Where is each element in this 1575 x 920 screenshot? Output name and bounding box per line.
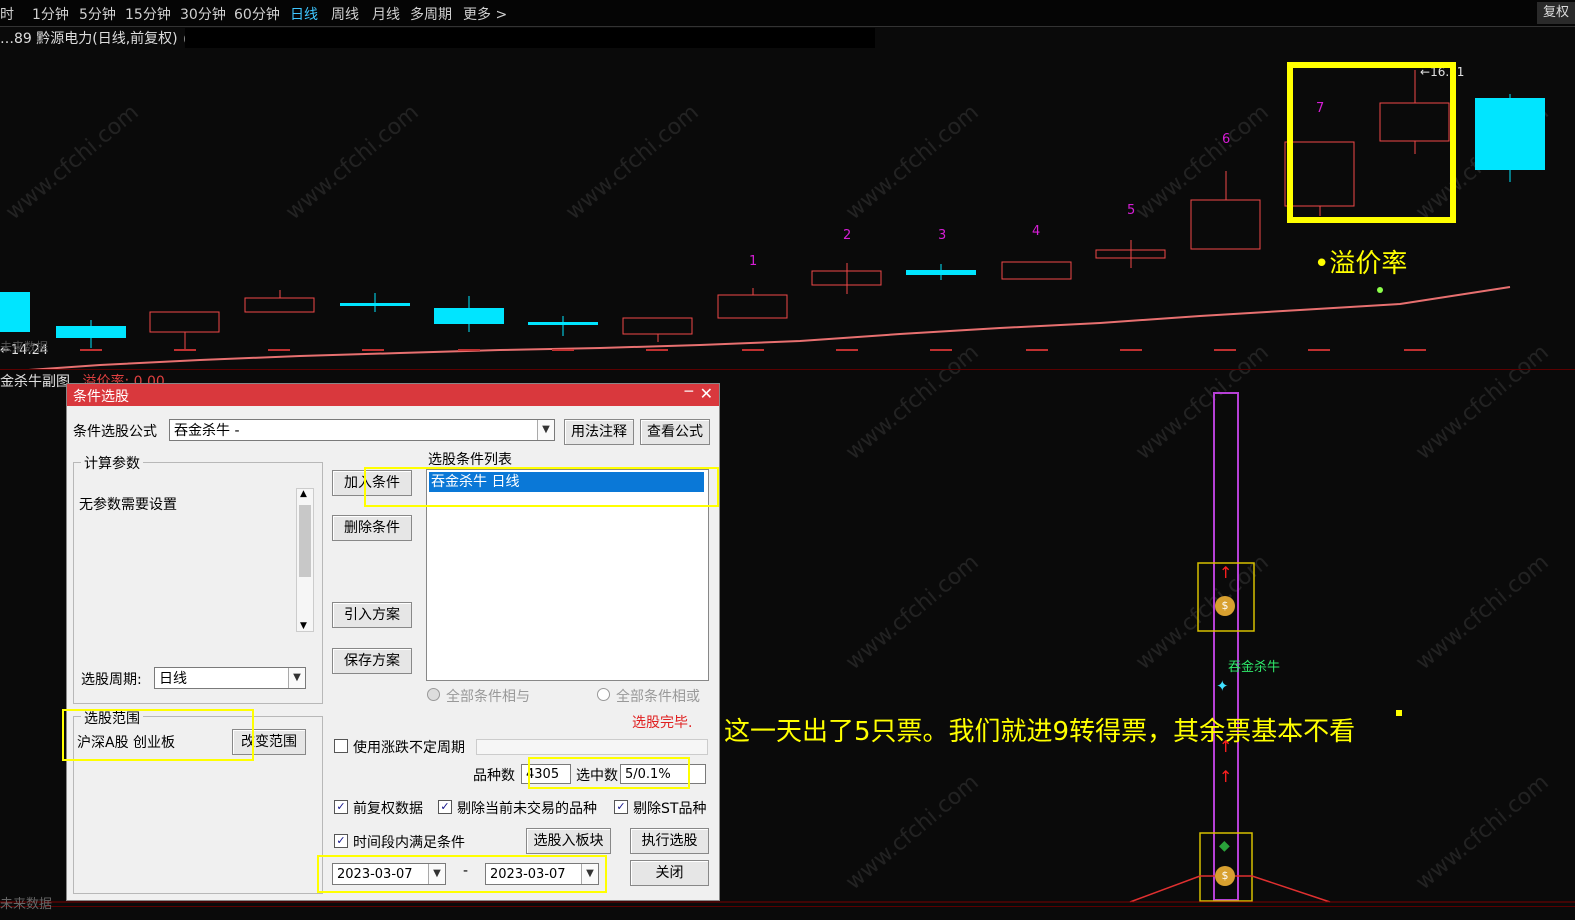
moving-average-line <box>14 286 1511 370</box>
count-label: 5 <box>1127 203 1136 218</box>
scrollbar-thumb[interactable] <box>299 505 311 577</box>
tab-daily[interactable]: 日线 <box>290 4 318 24</box>
close-icon[interactable]: ✕ <box>700 384 713 403</box>
formula-label: 条件选股公式 <box>73 424 157 440</box>
candle-up <box>1001 261 1072 280</box>
view-formula-button[interactable]: 查看公式 <box>640 419 710 445</box>
execute-button[interactable]: 执行选股 <box>630 828 709 854</box>
chevron-up-icon[interactable]: ▲ <box>300 489 307 499</box>
candle-up <box>622 317 693 335</box>
exclude-st-label: 剔除ST品种 <box>633 801 707 817</box>
highlight-conditions <box>364 467 719 507</box>
count-label: 2 <box>843 228 852 243</box>
variety-count-label: 品种数 <box>473 768 515 784</box>
tab-60min[interactable]: 60分钟 <box>234 4 280 24</box>
highlight-selected <box>528 757 690 789</box>
signal-label: 吞金杀牛 <box>1228 660 1281 675</box>
subchart-no-data: 未来数据 <box>0 897 53 912</box>
diamond-icon: ◆ <box>1219 838 1230 854</box>
variable-period-label: 使用涨跌不定周期 <box>353 740 465 756</box>
formula-select[interactable]: 吞金杀牛 - ▼ <box>169 419 555 441</box>
panel-divider <box>0 369 1575 370</box>
up-arrow-icon: ↑ <box>1219 563 1232 582</box>
radio-all-and[interactable] <box>427 688 440 701</box>
radio-all-or[interactable] <box>597 688 610 701</box>
stock-title-text: …89 黔源电力(日线,前复权) <box>0 31 178 47</box>
tab-15min[interactable]: 15分钟 <box>125 4 171 24</box>
highlight-range <box>62 709 254 761</box>
exclude-untraded-label: 剔除当前未交易的品种 <box>457 801 597 817</box>
exclude-st-checkbox[interactable]: ✓ <box>614 800 628 814</box>
to-block-button[interactable]: 选股入板块 <box>526 828 611 854</box>
conditions-list-label: 选股条件列表 <box>428 452 512 468</box>
stock-title: …89 黔源电力(日线,前复权)⌄ <box>0 28 198 48</box>
candle-down <box>0 292 30 332</box>
tab-1min[interactable]: 1分钟 <box>32 4 69 24</box>
info-bar <box>185 28 875 48</box>
dialog-title: 条件选股 <box>73 389 129 405</box>
import-plan-button[interactable]: 引入方案 <box>332 602 412 628</box>
exclude-untraded-checkbox[interactable]: ✓ <box>438 800 452 814</box>
bottom-divider <box>0 906 1575 907</box>
restore-button[interactable]: 复权 <box>1537 2 1575 24</box>
dialog-titlebar[interactable]: 条件选股 ─ ✕ <box>67 384 719 406</box>
all-and-label: 全部条件相与 <box>446 689 530 705</box>
params-group-title: 计算参数 <box>81 453 143 473</box>
tab-30min[interactable]: 30分钟 <box>180 4 226 24</box>
up-arrow-icon: ↑ <box>1219 767 1232 786</box>
count-label: 3 <box>938 228 947 243</box>
params-scrollbar[interactable]: ▲ ▼ <box>296 488 314 632</box>
ma-marker-dot <box>1377 287 1383 293</box>
status-text: 选股完毕. <box>632 715 693 731</box>
delete-condition-button[interactable]: 删除条件 <box>332 515 412 541</box>
count-label: 4 <box>1032 224 1041 239</box>
signal-column <box>1213 392 1239 901</box>
pre-adjusted-checkbox[interactable]: ✓ <box>334 800 348 814</box>
note-marker <box>1396 710 1402 716</box>
butterfly-icon: ✦ <box>1216 677 1229 695</box>
all-or-label: 全部条件相或 <box>616 689 700 705</box>
close-button[interactable]: 关闭 <box>630 860 709 886</box>
note-annotation: 这一天出了5只票。我们就进9转得票，其余票基本不看 <box>724 717 1356 747</box>
candle-up <box>244 297 315 313</box>
count-label: 6 <box>1222 132 1231 147</box>
period-select[interactable]: 日线 ▼ <box>154 667 306 689</box>
candle-up <box>149 311 220 333</box>
progress-bar <box>476 739 708 755</box>
count-label: 1 <box>749 254 758 269</box>
time-range-label: 时间段内满足条件 <box>353 835 465 851</box>
tab-intraday[interactable]: 分时 <box>0 4 14 24</box>
pre-adjusted-label: 前复权数据 <box>353 801 423 817</box>
tab-more[interactable]: 更多 > <box>463 4 507 24</box>
save-plan-button[interactable]: 保存方案 <box>332 648 412 674</box>
params-text: 无参数需要设置 <box>79 497 177 513</box>
chevron-down-icon[interactable]: ▼ <box>288 668 305 688</box>
no-data-label: 未来数据 <box>0 340 49 354</box>
time-range-checkbox[interactable]: ✓ <box>334 834 348 848</box>
premium-annotation-text: 溢价率 <box>1329 249 1408 279</box>
minimize-icon[interactable]: ─ <box>685 384 693 400</box>
period-label: 选股周期: <box>81 672 142 688</box>
money-bag-icon: $ <box>1215 596 1235 616</box>
chevron-down-icon[interactable]: ▼ <box>537 420 554 440</box>
premium-annotation: •溢价率 <box>1314 249 1408 279</box>
tab-5min[interactable]: 5分钟 <box>79 4 116 24</box>
tab-weekly[interactable]: 周线 <box>331 4 359 24</box>
variable-period-checkbox[interactable] <box>334 739 348 753</box>
candle-up <box>1190 199 1261 250</box>
formula-select-value: 吞金杀牛 - <box>174 423 240 439</box>
money-bag-icon: $ <box>1215 866 1235 886</box>
tab-monthly[interactable]: 月线 <box>372 4 400 24</box>
candle-up <box>717 294 788 319</box>
tab-multi-period[interactable]: 多周期 <box>410 4 452 24</box>
highlight-dates <box>317 855 607 893</box>
stock-screener-dialog: 条件选股 ─ ✕ 条件选股公式 吞金杀牛 - ▼ 用法注释 查看公式 计算参数 … <box>62 383 720 901</box>
period-toolbar: 分时 1分钟 5分钟 15分钟 30分钟 60分钟 日线 周线 月线 多周期 更… <box>0 0 1575 27</box>
chevron-down-icon[interactable]: ▼ <box>300 621 307 631</box>
highlight-box <box>1287 62 1456 223</box>
period-select-value: 日线 <box>159 671 187 687</box>
usage-notes-button[interactable]: 用法注释 <box>564 419 634 445</box>
